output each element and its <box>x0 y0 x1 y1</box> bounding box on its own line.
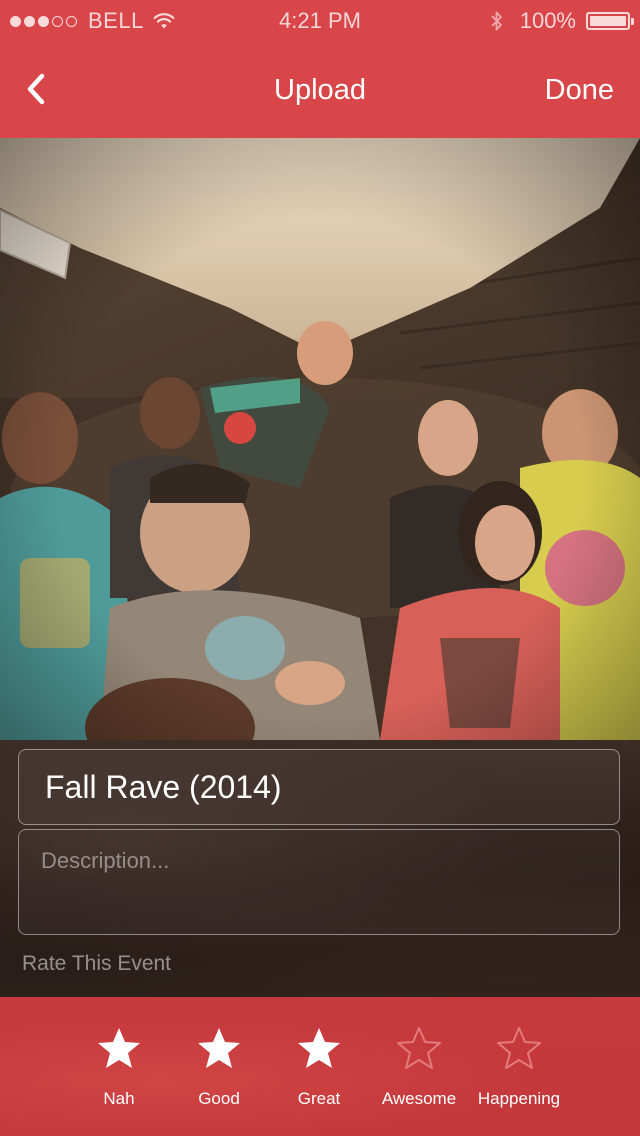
party-photo-image <box>0 138 640 740</box>
battery-nub <box>631 18 634 25</box>
header: BELL 4:21 PM 100% Upload Done <box>0 0 640 138</box>
battery-percentage: 100% <box>519 8 576 33</box>
status-right: 100% <box>490 8 634 34</box>
rating-label: Happening <box>477 1089 561 1108</box>
upload-screen: BELL 4:21 PM 100% Upload Done Fall Rave … <box>0 0 640 1136</box>
rating-label: Nah <box>103 1089 135 1108</box>
battery-icon <box>586 12 634 30</box>
star-outline-icon <box>397 1027 441 1069</box>
event-title-input[interactable] <box>18 749 620 825</box>
rating-option-happening[interactable]: Happening <box>464 1023 574 1123</box>
bluetooth-icon <box>491 11 502 31</box>
rating-label: Good <box>198 1089 240 1108</box>
rating-option-nah[interactable]: Nah <box>64 1023 174 1123</box>
star-outline-icon <box>497 1027 541 1069</box>
event-form: Rate This Event <box>0 740 640 997</box>
rating-bar: Nah Good Great Awesome Happening <box>0 997 640 1136</box>
description-input[interactable] <box>18 829 620 935</box>
rating-label: Great <box>297 1089 341 1108</box>
battery-level <box>590 16 626 26</box>
rating-option-good[interactable]: Good <box>164 1023 274 1123</box>
star-icon <box>98 1028 140 1068</box>
nav-bar: Upload Done <box>0 40 640 138</box>
star-icon <box>298 1028 340 1068</box>
status-bar: BELL 4:21 PM 100% <box>0 0 640 40</box>
done-button[interactable]: Done <box>545 74 614 107</box>
rating-label: Awesome <box>381 1089 457 1108</box>
star-icon <box>198 1028 240 1068</box>
event-photo <box>0 138 640 740</box>
rate-event-label: Rate This Event <box>22 952 172 975</box>
rating-option-great[interactable]: Great <box>264 1023 374 1123</box>
rating-option-awesome[interactable]: Awesome <box>364 1023 474 1123</box>
